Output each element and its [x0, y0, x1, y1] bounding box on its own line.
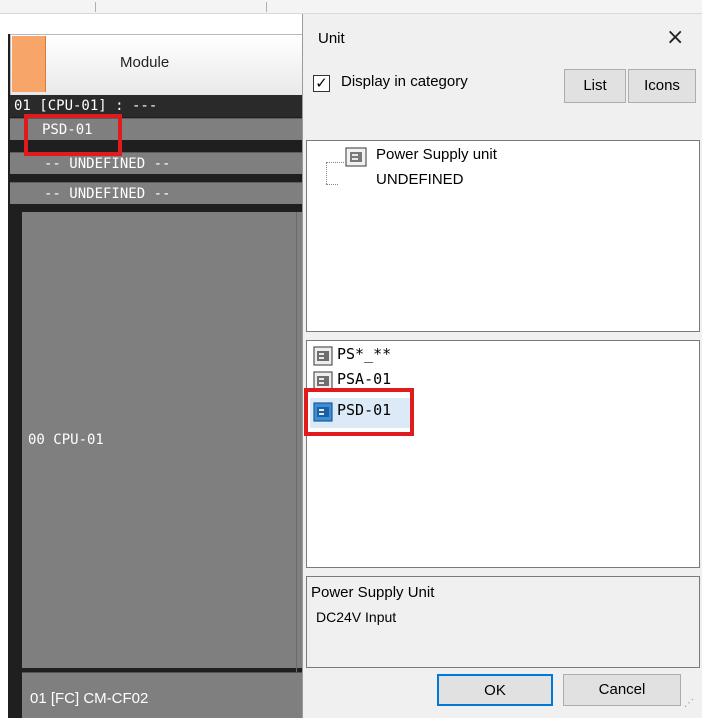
list-view-button[interactable]: List: [564, 69, 626, 103]
tree-node-undefined[interactable]: UNDEFINED: [376, 171, 464, 188]
tree-connector: [326, 184, 338, 185]
header-color-marker: [12, 36, 46, 92]
slot-item-undefined[interactable]: -- UNDEFINED --: [10, 182, 306, 204]
display-in-category-label[interactable]: Display in category: [341, 73, 468, 90]
toolbar-separator: [266, 2, 267, 12]
description-line-2: DC24V Input: [316, 609, 397, 625]
cpu-module-label: 00 CPU-01: [28, 432, 104, 448]
display-in-category-checkbox[interactable]: ✓: [313, 75, 330, 92]
ok-button[interactable]: OK: [437, 674, 553, 706]
module-icon: [345, 147, 367, 167]
description-line-1: Power Supply Unit: [311, 584, 435, 601]
tree-connector: [326, 162, 344, 163]
close-icon[interactable]: ×: [666, 26, 684, 50]
module-header-label: Module: [120, 54, 170, 71]
tree-connector: [326, 162, 327, 184]
icons-view-button[interactable]: Icons: [628, 69, 696, 103]
column-divider: [296, 212, 297, 712]
tree-node-power-supply[interactable]: Power Supply unit: [376, 146, 497, 163]
highlight-box-unit: [304, 388, 414, 436]
cancel-button[interactable]: Cancel: [563, 674, 681, 706]
module-icon: [313, 346, 333, 366]
background-toolbar: [0, 0, 702, 14]
unit-item-psa01[interactable]: PSA-01: [337, 370, 391, 388]
fc-module-label: 01 [FC] CM-CF02: [30, 690, 149, 707]
category-tree[interactable]: [306, 140, 700, 332]
toolbar-separator: [95, 2, 96, 12]
unit-item-ps[interactable]: PS*_**: [337, 345, 391, 363]
resize-grip-icon[interactable]: ⋰: [684, 698, 694, 709]
dialog-title: Unit: [318, 30, 345, 47]
highlight-box-slot: [24, 114, 122, 156]
